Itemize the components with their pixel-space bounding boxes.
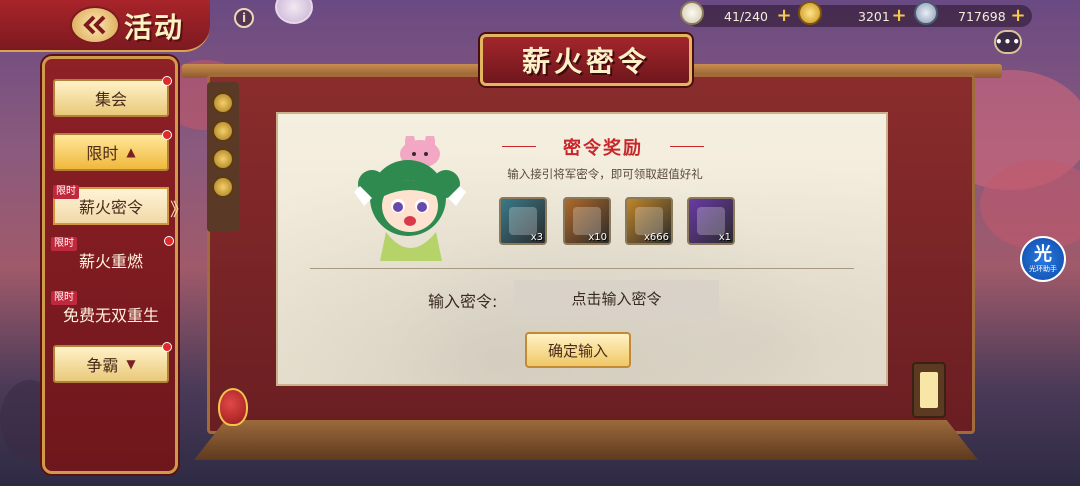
menu-item-label: 薪火重燃 xyxy=(78,252,143,271)
confirm-button[interactable]: 确定输入 xyxy=(525,332,631,368)
panel-title: 薪火密令 xyxy=(521,45,650,78)
menu-item-xinhuo-rekindle[interactable]: 限时 薪火重燃 xyxy=(51,236,174,279)
divider xyxy=(310,268,854,269)
coin-icon xyxy=(212,120,234,142)
resource-bar: 41/240 + 3201 + 717698 + xyxy=(680,1,1032,27)
gold-ingot-icon xyxy=(635,207,663,235)
menu-item-label: 免费无双重生 xyxy=(62,306,159,325)
gold-ingot-icon xyxy=(798,1,822,25)
title-plaque: 薪火密令 xyxy=(480,34,692,86)
tab-label: 争霸 xyxy=(86,356,119,375)
reward-item[interactable]: x10 xyxy=(563,197,611,245)
purple-frame-icon xyxy=(697,207,725,235)
tab-limited[interactable]: 限时 ▲ xyxy=(53,130,172,171)
menu-item-label: 薪火密令 xyxy=(78,198,143,217)
coin-icon xyxy=(212,176,234,198)
jade-token-icon xyxy=(509,207,537,235)
limited-tag: 限时 xyxy=(51,291,77,305)
gold-counter: 3201 xyxy=(858,5,890,27)
guide-glyph: 光 xyxy=(1034,243,1052,265)
notification-dot xyxy=(162,130,172,140)
reward-qty: x3 xyxy=(530,232,543,243)
tab-gathering[interactable]: 集会 xyxy=(53,76,172,117)
activity-header: 活动 xyxy=(0,0,210,52)
reward-title: 密令奖励 xyxy=(502,134,704,160)
guide-caption: 光环助手 xyxy=(1029,264,1057,273)
notification-dot xyxy=(162,342,172,352)
stamina-value: 41/240 xyxy=(724,8,768,24)
silver-value: 717698 xyxy=(958,8,1006,24)
add-silver-button[interactable]: + xyxy=(1010,7,1026,25)
chat-icon[interactable]: ••• xyxy=(994,30,1022,54)
gold-value: 3201 xyxy=(858,8,890,24)
background-blossom xyxy=(980,160,1080,250)
info-icon[interactable]: i xyxy=(234,8,254,28)
limited-tag: 限时 xyxy=(53,185,79,199)
reward-item[interactable]: x666 xyxy=(625,197,673,245)
code-label: 输入密令: xyxy=(428,292,498,311)
tab-contest[interactable]: 争霸 ▼ xyxy=(53,342,172,383)
silver-counter: 717698 xyxy=(958,5,1006,27)
back-button[interactable] xyxy=(70,6,120,44)
limited-tag: 限时 xyxy=(51,237,77,251)
steamed-bun-icon xyxy=(680,1,704,25)
tab-label: 集会 xyxy=(94,90,127,109)
guide-assistant-badge[interactable]: 光 光环助手 xyxy=(1020,236,1066,282)
reward-qty: x666 xyxy=(643,232,669,243)
page-title: 活动 xyxy=(124,11,185,44)
avatar[interactable] xyxy=(275,0,313,24)
silver-coin-icon xyxy=(914,1,938,25)
add-gold-button[interactable]: + xyxy=(891,7,907,25)
selected-chevron-icon: 》 xyxy=(170,200,188,221)
coin-icon xyxy=(212,92,234,114)
reward-description: 输入接引将军密令，即可领取超值好礼 xyxy=(507,167,703,181)
notification-dot xyxy=(164,236,174,246)
chibi-character-illustration xyxy=(354,136,466,261)
notification-dot xyxy=(162,76,172,86)
reward-qty: x1 xyxy=(718,232,731,243)
coin-icon xyxy=(212,148,234,170)
fortune-pot-icon xyxy=(218,388,248,426)
collapse-arrow-icon: ▲ xyxy=(126,145,136,159)
lantern-icon xyxy=(912,362,946,418)
tab-label: 限时 xyxy=(86,144,119,163)
coin-strip xyxy=(207,82,239,232)
scroll-icon xyxy=(573,207,601,235)
menu-item-xinhuo-code[interactable]: 限时 薪火密令 xyxy=(53,185,169,225)
menu-item-free-rebirth[interactable]: 限时 免费无双重生 xyxy=(51,291,169,333)
double-chevron-left-icon xyxy=(83,15,106,35)
stamina-counter: 41/240 xyxy=(724,5,768,27)
board-base xyxy=(194,420,978,460)
add-stamina-button[interactable]: + xyxy=(776,7,792,25)
code-input[interactable] xyxy=(514,280,719,318)
reward-item[interactable]: x3 xyxy=(499,197,547,245)
activity-menu: 集会 限时 ▲ 限时 薪火密令 限时 薪火重燃 限时 免费无双重生 争霸 ▼ xyxy=(42,56,178,474)
reward-qty: x10 xyxy=(588,232,607,243)
reward-item[interactable]: x1 xyxy=(687,197,735,245)
expand-arrow-icon: ▼ xyxy=(126,357,136,371)
